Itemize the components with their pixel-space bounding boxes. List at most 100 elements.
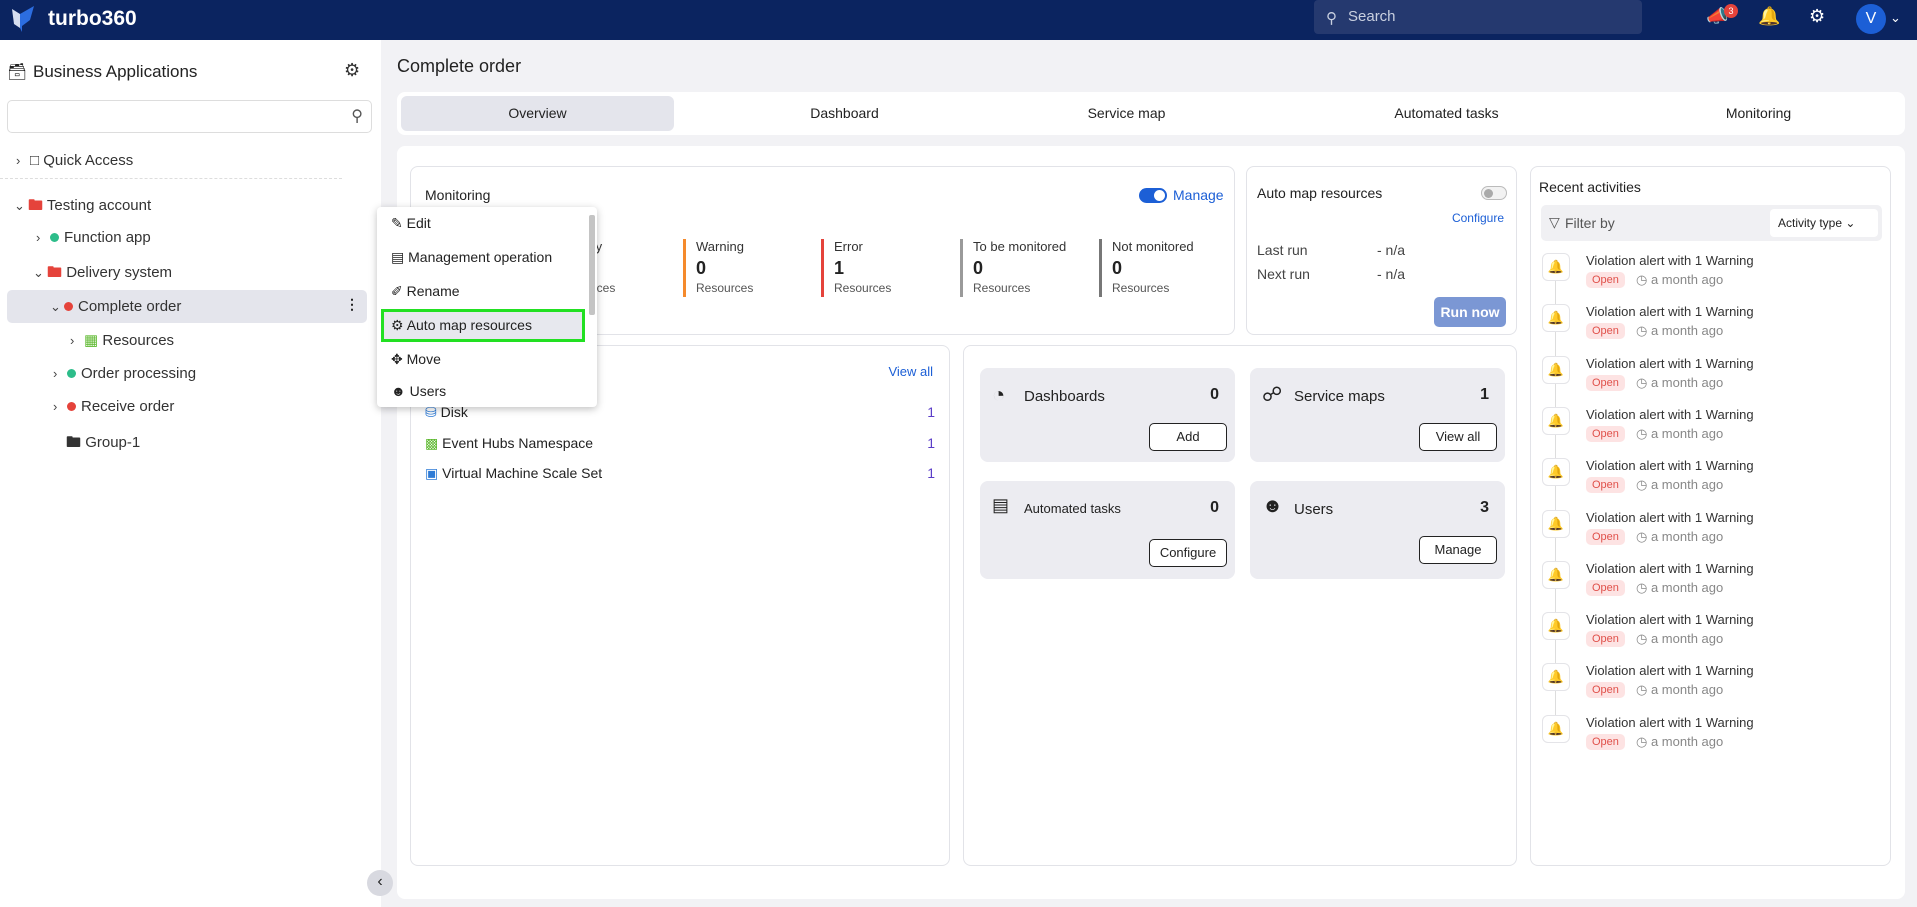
tree-item-function-app[interactable]: › Function app (36, 229, 151, 246)
timeline-line (1555, 537, 1556, 562)
menu-item-users[interactable]: ☻ Users (381, 375, 585, 408)
tree-item-delivery-system[interactable]: ⌄ 🖿 Delivery system (33, 262, 172, 287)
configure-link[interactable]: Configure (1452, 211, 1504, 225)
summary-tiles-card: ◔ Dashboards 0 Add ☍ Service maps 1 View a… (963, 345, 1517, 866)
activity-time: ◷ a month ago (1636, 374, 1724, 390)
auto-map-card: Auto map resources Configure Last run - … (1246, 166, 1517, 335)
service-maps-tile: ☍ Service maps 1 View all (1250, 368, 1505, 462)
stat-error: Error 1 Resources (821, 239, 891, 297)
resource-row[interactable]: ▣ Virtual Machine Scale Set 1 (425, 465, 935, 482)
tab-dashboard[interactable]: Dashboard (708, 96, 981, 131)
activity-time: ◷ a month ago (1636, 528, 1724, 544)
status-badge: Open (1586, 323, 1625, 340)
status-dot (67, 402, 76, 411)
activity-item[interactable]: 🔔 Violation alert with 1 Warning Open ◷ a m… (1530, 406, 1890, 459)
monitoring-toggle[interactable] (1139, 188, 1167, 203)
activity-title: Violation alert with 1 Warning (1586, 304, 1754, 320)
tree-label: Complete order (78, 298, 182, 315)
view-all-resources-link[interactable]: View all (888, 364, 933, 379)
run-now-button[interactable]: Run now (1434, 297, 1506, 327)
activity-item[interactable]: 🔔 Violation alert with 1 Warning Open ◷ a m… (1530, 253, 1890, 305)
status-badge: Open (1586, 631, 1625, 648)
tab-automated-tasks[interactable]: Automated tasks (1310, 96, 1583, 131)
monitoring-title: Monitoring (425, 187, 491, 203)
event-hubs-icon: ▩ (425, 435, 439, 451)
activity-title: Violation alert with 1 Warning (1586, 612, 1754, 628)
menu-item-move[interactable]: ✥ Move (381, 343, 585, 376)
activity-item[interactable]: 🔔 Violation alert with 1 Warning Open ◷ a m… (1530, 355, 1890, 408)
activity-time: ◷ a month ago (1636, 477, 1724, 493)
sidebar-search-input[interactable]: ⚲ (7, 100, 372, 133)
status-dot (64, 302, 73, 311)
manage-users-button[interactable]: Manage (1419, 536, 1497, 564)
menu-item-management-operation[interactable]: ▤ Management operation (381, 241, 585, 274)
tab-service-map[interactable]: Service map (990, 96, 1263, 131)
bell-icon: 🔔 (1542, 560, 1570, 589)
timeline-line (1555, 588, 1556, 613)
chevron-down-icon[interactable]: ⌄ (1890, 10, 1901, 26)
activity-type-dropdown[interactable]: Activity type ⌄ (1770, 209, 1878, 237)
auto-map-title: Auto map resources (1257, 185, 1383, 201)
activity-item[interactable]: 🔔 Violation alert with 1 Warning Open ◷ a m… (1530, 612, 1890, 665)
menu-scrollbar[interactable] (589, 215, 595, 315)
divider (0, 178, 342, 179)
tree-label: Order processing (81, 365, 197, 382)
more-options-icon[interactable]: ⋮ (345, 296, 359, 313)
tree-item-quick-access[interactable]: › □ Quick Access (16, 152, 133, 169)
users-icon: ☻ (391, 383, 406, 399)
search-icon: ⚲ (1326, 10, 1337, 27)
activity-item[interactable]: 🔔 Violation alert with 1 Warning Open ◷ a m… (1530, 509, 1890, 562)
tree-item-receive-order[interactable]: › Receive order (53, 398, 174, 415)
view-all-service-maps-button[interactable]: View all (1419, 423, 1497, 451)
activity-title: Violation alert with 1 Warning (1586, 406, 1754, 422)
move-icon: ✥ (391, 351, 403, 367)
status-dot (50, 233, 59, 242)
tree-item-complete-order[interactable]: ⌄ Complete order ⋮ (7, 290, 367, 323)
bell-icon: 🔔 (1542, 355, 1570, 384)
sidebar: 🗃 Business Applications ⚙ ⚲ › □ Quick Acc… (0, 40, 381, 907)
activity-item[interactable]: 🔔 Violation alert with 1 Warning Open ◷ a m… (1530, 304, 1890, 357)
timeline-line (1555, 383, 1556, 408)
collapse-sidebar-button[interactable]: ‹ (367, 870, 393, 896)
tab-monitoring[interactable]: Monitoring (1622, 96, 1895, 131)
status-badge: Open (1586, 425, 1625, 442)
activity-item[interactable]: 🔔 Violation alert with 1 Warning Open ◷ a m… (1530, 458, 1890, 511)
tree-label: Testing account (46, 197, 152, 214)
tab-overview[interactable]: Overview (401, 96, 674, 131)
page-title: Complete order (397, 56, 522, 76)
last-run-label: Last run (1257, 242, 1308, 258)
global-search-input[interactable]: ⚲ Search (1314, 0, 1642, 34)
activity-item[interactable]: 🔔 Violation alert with 1 Warning Open ◷ a m… (1530, 663, 1890, 716)
tree-item-order-processing[interactable]: › Order processing (53, 365, 196, 382)
filter-by-label: Filter by (1565, 215, 1615, 231)
gear-icon[interactable]: ⚙ (1809, 6, 1825, 27)
avatar[interactable]: V (1856, 4, 1886, 34)
resource-row[interactable]: ▩ Event Hubs Namespace 1 (425, 435, 935, 452)
bell-icon[interactable]: 🔔 (1758, 6, 1780, 27)
menu-item-auto-map-resources[interactable]: ⚙ Auto map resources (381, 309, 585, 342)
menu-item-edit[interactable]: ✎ Edit (381, 207, 585, 240)
resources-card: View all ⛁ Disk 1 ▩ Event Hubs Namespace 1… (410, 345, 950, 866)
menu-item-rename[interactable]: ✐ Rename (381, 275, 585, 308)
status-dot (67, 369, 76, 378)
manage-link[interactable]: Manage (1173, 187, 1224, 203)
configure-tasks-button[interactable]: Configure (1149, 539, 1227, 567)
dashboards-tile: ◔ Dashboards 0 Add (980, 368, 1235, 462)
turbo360-logo-icon (12, 6, 34, 32)
status-badge: Open (1586, 579, 1625, 596)
tree-label: Delivery system (66, 264, 173, 281)
tree-item-testing-account[interactable]: ⌄ 🖿 Testing account (14, 195, 151, 220)
tree-item-group-1[interactable]: 🖿 Group-1 (66, 432, 140, 457)
auto-map-toggle[interactable] (1481, 186, 1507, 200)
folder-icon: 🖿 (28, 197, 44, 214)
add-dashboard-button[interactable]: Add (1149, 423, 1227, 451)
sidebar-settings-gear-icon[interactable]: ⚙ (344, 60, 360, 81)
chevron-down-icon: ⌄ (1845, 216, 1856, 230)
activity-title: Violation alert with 1 Warning (1586, 560, 1754, 576)
activity-item[interactable]: 🔔 Violation alert with 1 Warning Open ◷ a m… (1530, 560, 1890, 613)
activity-item[interactable]: 🔔 Violation alert with 1 Warning Open ◷ a m… (1530, 714, 1890, 765)
tree-item-resources[interactable]: › ▦ Resources (70, 331, 174, 349)
activity-title: Violation alert with 1 Warning (1586, 663, 1754, 679)
activity-time: ◷ a month ago (1636, 323, 1724, 339)
activity-title: Violation alert with 1 Warning (1586, 253, 1754, 268)
